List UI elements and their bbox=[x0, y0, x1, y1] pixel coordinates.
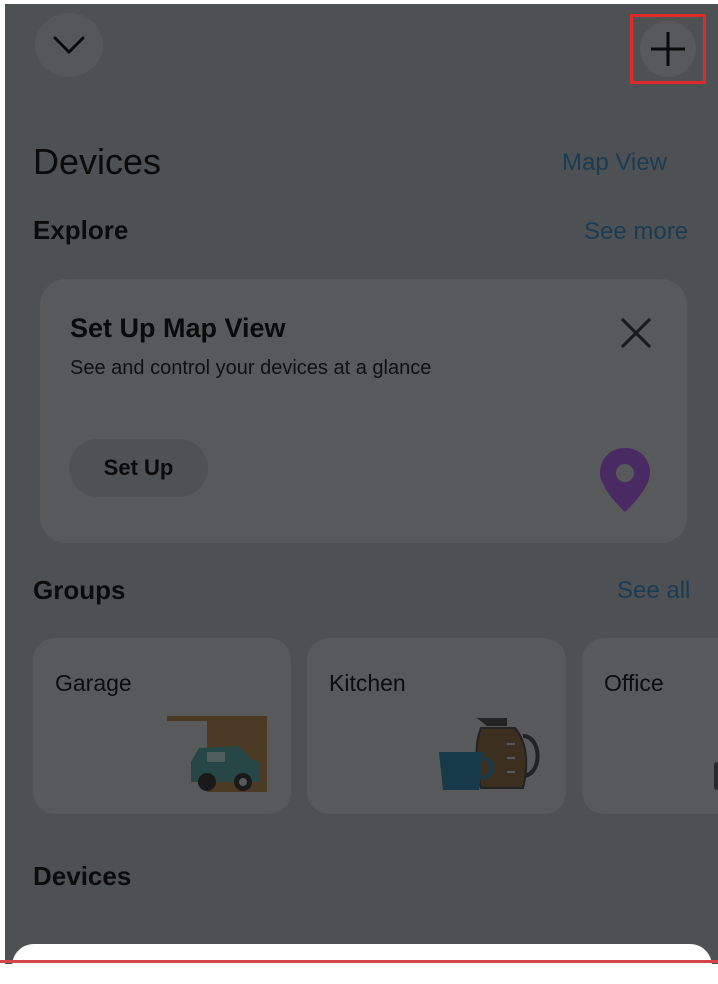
garage-car-icon bbox=[167, 716, 267, 792]
add-button-background bbox=[640, 21, 696, 77]
chevron-down-icon bbox=[53, 36, 85, 54]
devices-heading: Devices bbox=[33, 861, 132, 891]
location-pin-icon bbox=[600, 448, 650, 512]
explore-heading: Explore bbox=[33, 215, 129, 245]
group-label: Garage bbox=[55, 670, 132, 696]
bottom-highlight-line bbox=[0, 960, 718, 963]
see-all-link[interactable]: See all bbox=[617, 577, 690, 605]
card-subtitle: See and control your devices at a glance bbox=[70, 357, 432, 379]
collapse-button[interactable] bbox=[35, 13, 103, 77]
map-view-link[interactable]: Map View bbox=[562, 149, 667, 177]
coffee-pot-icon bbox=[439, 718, 540, 790]
group-label: Office bbox=[604, 670, 664, 696]
set-up-button[interactable]: Set Up bbox=[69, 439, 208, 497]
plus-icon bbox=[651, 32, 685, 66]
group-label: Kitchen bbox=[329, 670, 406, 696]
card-title: Set Up Map View bbox=[70, 313, 286, 343]
bottom-sheet[interactable] bbox=[12, 944, 712, 984]
setup-map-view-card: Set Up Map View See and control your dev… bbox=[40, 279, 687, 543]
add-device-button[interactable] bbox=[630, 14, 706, 84]
office-icon bbox=[714, 762, 718, 790]
see-more-link[interactable]: See more bbox=[584, 218, 688, 246]
group-card-office[interactable]: Office bbox=[582, 638, 718, 814]
devices-screen: Devices Map View Explore See more Set Up… bbox=[5, 4, 718, 964]
close-icon[interactable] bbox=[619, 316, 653, 350]
groups-heading: Groups bbox=[33, 575, 126, 605]
page-title: Devices bbox=[33, 141, 162, 182]
group-card-garage[interactable]: Garage bbox=[33, 638, 291, 814]
group-card-kitchen[interactable]: Kitchen bbox=[307, 638, 566, 814]
